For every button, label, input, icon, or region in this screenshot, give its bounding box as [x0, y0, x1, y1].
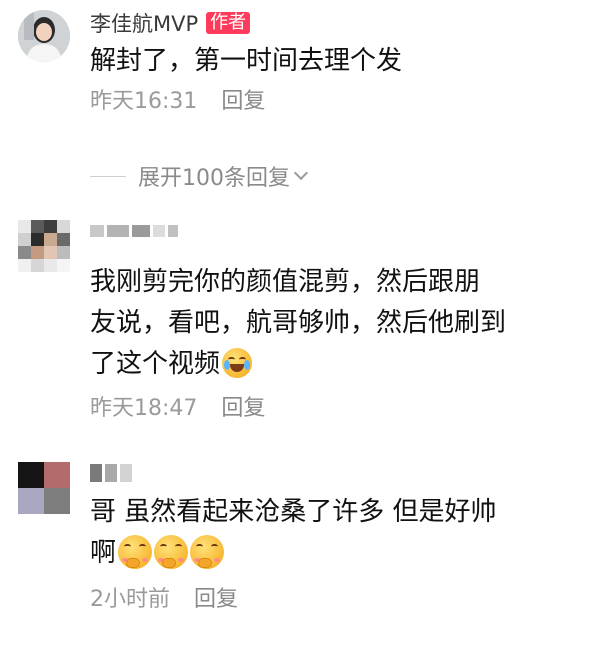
expand-replies-label: 展开100条回复: [138, 166, 290, 191]
expand-replies-button[interactable]: 展开100条回复: [90, 160, 309, 192]
timestamp: 昨天16:31: [90, 89, 198, 114]
comment-meta: 2小时前 回复: [90, 582, 574, 612]
laughing-crying-emoji-icon: [222, 348, 253, 378]
username-blurred: [90, 460, 574, 486]
pleading-emoji-icon: [154, 535, 189, 569]
username[interactable]: 李佳航MVP: [90, 8, 198, 38]
username-blurred: [90, 216, 574, 246]
comment-text-line: 友说，看吧，航哥够帅，然后他刷到: [90, 308, 507, 338]
comment-text: 解封了，第一时间去理个发: [90, 46, 403, 76]
comment-text-fragment: 了这个视频: [90, 349, 221, 379]
avatar-blurred: [18, 220, 70, 272]
pleading-emoji-icon: [190, 535, 225, 569]
pleading-emoji-icon: [118, 535, 153, 569]
comment-text: 我刚剪完你的颜值混剪，然后跟朋 友说，看吧，航哥够帅，然后他刷到 了这个视频: [90, 262, 574, 385]
reply-button[interactable]: 回复: [194, 581, 238, 613]
timestamp: 2小时前: [90, 587, 170, 612]
timestamp: 昨天18:47: [90, 396, 198, 421]
comment-meta: 昨天18:47 回复: [90, 391, 574, 421]
author-badge: 作者: [206, 12, 251, 34]
comment-text-line: 了这个视频: [90, 344, 574, 385]
avatar[interactable]: [18, 10, 70, 62]
avatar[interactable]: [18, 220, 70, 272]
avatar[interactable]: [18, 462, 70, 514]
username-row: 李佳航MVP 作者: [90, 8, 574, 38]
avatar-blurred: [18, 462, 70, 514]
comment-text-line: 哥 虽然看起来沧桑了许多 但是好帅: [90, 497, 497, 527]
comment-text: 哥 虽然看起来沧桑了许多 但是好帅 啊: [90, 492, 574, 574]
comment-meta: 昨天16:31 回复: [90, 84, 574, 114]
divider-dash: [90, 175, 126, 177]
reply-button[interactable]: 回复: [221, 390, 265, 422]
comment-text-fragment: 啊: [90, 538, 117, 568]
comment-text-line: 我刚剪完你的颜值混剪，然后跟朋: [90, 267, 481, 297]
chevron-down-icon: [293, 165, 309, 181]
avatar-photo: [18, 10, 70, 62]
reply-button[interactable]: 回复: [221, 83, 265, 115]
comment-list: 李佳航MVP 作者 解封了，第一时间去理个发 昨天16:31 回复 展开100条…: [0, 0, 592, 658]
comment-text-line: 啊: [90, 533, 574, 574]
